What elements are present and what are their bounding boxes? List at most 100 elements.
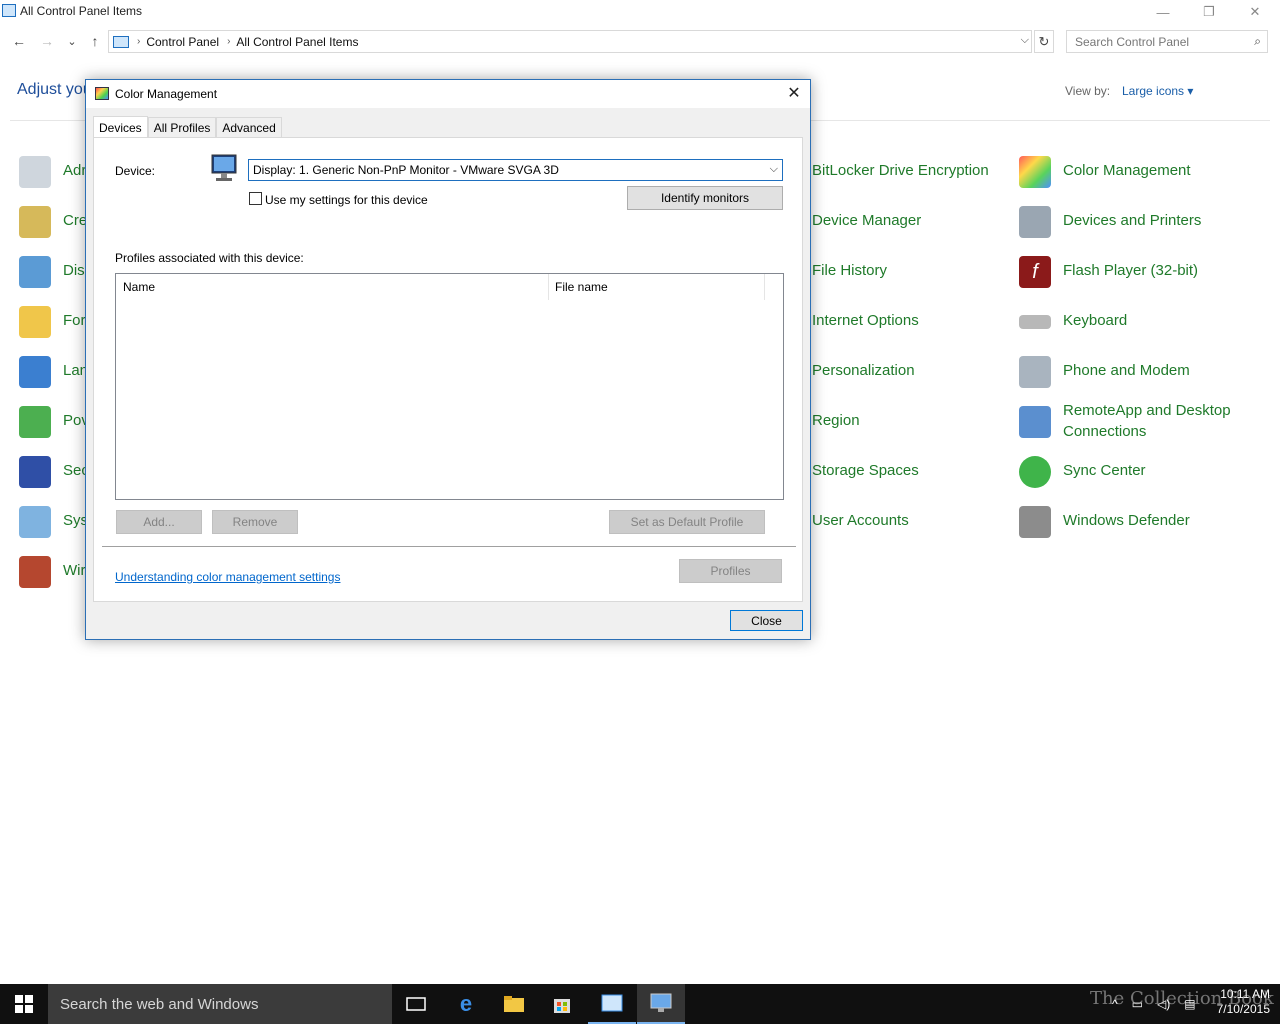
dialog-titlebar: Color Management ✕	[86, 80, 810, 108]
remove-button[interactable]: Remove	[212, 510, 298, 534]
profiles-table[interactable]: Name File name	[115, 273, 784, 500]
system-tray: ^ ▭ ◁) ▤	[1112, 984, 1196, 1024]
printer-icon	[1019, 206, 1051, 238]
cp-item-power-options[interactable]: Pov	[19, 406, 89, 438]
chevron-right-icon: ›	[227, 36, 231, 47]
cp-item-personalization[interactable]: Personalization	[812, 356, 915, 381]
dialog-close-icon[interactable]: ✕	[784, 83, 804, 103]
cp-item-display[interactable]: Dis	[19, 256, 85, 288]
keyboard-icon	[1019, 315, 1051, 329]
cp-item-keyboard[interactable]: Keyboard	[1019, 306, 1127, 331]
profiles-label: Profiles associated with this device:	[115, 251, 304, 265]
cp-item-remoteapp[interactable]: RemoteApp and Desktop Connections	[1019, 396, 1259, 442]
monitor-icon	[211, 154, 237, 181]
up-button[interactable]: ↑	[85, 31, 105, 51]
task-view-icon[interactable]	[392, 984, 440, 1024]
tab-advanced[interactable]: Advanced	[216, 117, 282, 138]
cp-item-user-accounts[interactable]: User Accounts	[812, 506, 909, 531]
cp-item-device-manager[interactable]: Device Manager	[812, 206, 921, 231]
address-bar[interactable]: › Control Panel › All Control Panel Item…	[108, 30, 1032, 53]
color-management-taskbar-icon[interactable]	[637, 984, 685, 1024]
flash-icon: f	[1019, 256, 1051, 288]
back-button[interactable]: ←	[9, 31, 29, 51]
close-button[interactable]: Close	[730, 610, 803, 631]
forward-button[interactable]: →	[37, 31, 57, 51]
column-header-file-name[interactable]: File name	[548, 274, 764, 300]
column-divider[interactable]	[764, 274, 765, 300]
cp-item-system[interactable]: Sys	[19, 506, 88, 538]
cp-item-storage-spaces[interactable]: Storage Spaces	[812, 456, 919, 481]
device-select[interactable]: Display: 1. Generic Non-PnP Monitor - VM…	[248, 159, 783, 181]
chevron-up-icon[interactable]: ^	[1112, 997, 1118, 1011]
view-by-dropdown[interactable]: Large icons ▾	[1122, 84, 1193, 98]
cp-item-devices-printers[interactable]: Devices and Printers	[1019, 206, 1201, 238]
breadcrumb-control-panel[interactable]: Control Panel	[146, 35, 219, 49]
remoteapp-icon	[1019, 406, 1051, 438]
monitor-glyph	[650, 993, 672, 1012]
color-management-icon	[1019, 156, 1051, 188]
clock-time: 10:11 AM	[1220, 987, 1270, 1001]
network-icon[interactable]: ▭	[1132, 997, 1143, 1011]
panel-divider	[102, 546, 796, 547]
tab-all-profiles[interactable]: All Profiles	[147, 117, 217, 138]
cp-item-color-management[interactable]: Color Management	[1019, 156, 1191, 188]
search-icon: ⌕	[1254, 34, 1261, 48]
chevron-down-icon[interactable]: ⌵	[1021, 34, 1029, 47]
fonts-icon	[19, 306, 51, 338]
breadcrumb-all-items[interactable]: All Control Panel Items	[236, 35, 358, 49]
volume-icon[interactable]: ◁)	[1157, 997, 1170, 1011]
cp-item-credential-manager[interactable]: Cre	[19, 206, 87, 238]
minimize-button[interactable]: —	[1140, 0, 1186, 24]
cp-item-flash-player[interactable]: f Flash Player (32-bit)	[1019, 256, 1198, 288]
firewall-icon	[19, 556, 51, 588]
control-panel-glyph	[601, 994, 623, 1012]
file-explorer-icon[interactable]	[490, 984, 538, 1024]
system-icon	[19, 506, 51, 538]
cp-item-region[interactable]: Region	[812, 406, 860, 431]
use-my-settings-checkbox[interactable]	[249, 192, 262, 205]
clock[interactable]: 10:11 AM 7/10/2015	[1208, 987, 1270, 1017]
recent-locations-button[interactable]: ⌄	[62, 31, 82, 51]
cp-item-windows-firewall[interactable]: Wir	[19, 556, 86, 588]
credential-icon	[19, 206, 51, 238]
dialog-tabs: Devices All Profiles Advanced	[93, 116, 282, 138]
cp-item-windows-defender[interactable]: Windows Defender	[1019, 506, 1190, 538]
identify-monitors-button[interactable]: Identify monitors	[627, 186, 783, 210]
add-button[interactable]: Add...	[116, 510, 202, 534]
search-input[interactable]: Search Control Panel ⌕	[1066, 30, 1268, 53]
control-panel-taskbar-icon[interactable]	[588, 984, 636, 1024]
taskbar: Search the web and Windows e The Collect…	[0, 984, 1280, 1024]
cp-item-file-history[interactable]: File History	[812, 256, 887, 281]
power-icon	[19, 406, 51, 438]
store-icon[interactable]	[538, 984, 586, 1024]
cp-item-administrative-tools[interactable]: Adr	[19, 156, 86, 188]
use-my-settings-label: Use my settings for this device	[265, 193, 428, 207]
cp-item-phone-modem[interactable]: Phone and Modem	[1019, 356, 1190, 388]
set-default-profile-button[interactable]: Set as Default Profile	[609, 510, 765, 534]
cp-item-sync-center[interactable]: Sync Center	[1019, 456, 1146, 488]
cp-item-bitlocker[interactable]: BitLocker Drive Encryption	[812, 156, 989, 181]
profiles-button[interactable]: Profiles	[679, 559, 782, 583]
cp-item-fonts[interactable]: For	[19, 306, 86, 338]
chevron-right-icon: ›	[137, 36, 141, 47]
taskbar-search-box[interactable]: Search the web and Windows	[48, 984, 392, 1024]
device-label: Device:	[115, 164, 156, 178]
close-window-button[interactable]: ✕	[1232, 0, 1278, 24]
understanding-color-link[interactable]: Understanding color management settings	[115, 570, 340, 584]
tab-devices[interactable]: Devices	[93, 116, 148, 138]
admin-tools-icon	[19, 156, 51, 188]
cp-item-language[interactable]: Lan	[19, 356, 88, 388]
refresh-button[interactable]: ↻	[1034, 30, 1054, 53]
column-header-name[interactable]: Name	[116, 274, 548, 300]
control-panel-icon	[2, 4, 16, 17]
page-heading: Adjust you	[17, 81, 92, 98]
window-title: All Control Panel Items	[20, 4, 143, 18]
sync-icon	[1019, 456, 1051, 488]
cp-item-internet-options[interactable]: Internet Options	[812, 306, 919, 331]
cp-item-security[interactable]: Sec	[19, 456, 89, 488]
restore-button[interactable]: ❐	[1186, 0, 1232, 24]
start-button[interactable]	[0, 984, 48, 1024]
edge-icon[interactable]: e	[442, 984, 490, 1024]
color-management-icon	[95, 87, 109, 100]
action-center-icon[interactable]: ▤	[1184, 997, 1195, 1011]
